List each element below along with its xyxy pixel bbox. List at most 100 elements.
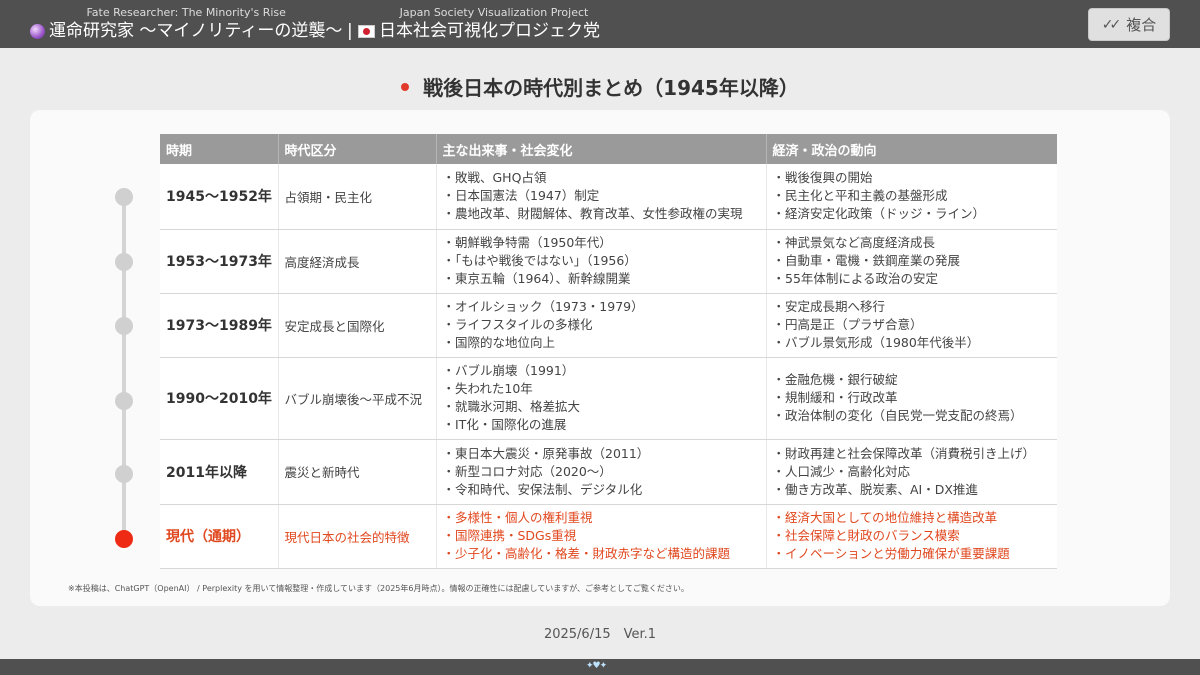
- events-cell: ・バブル崩壊（1991） ・失われた10年 ・就職氷河期、格差拡大 ・IT化・国…: [436, 357, 767, 440]
- top-bar: Fate Researcher: The Minority's Rise 運命研…: [0, 0, 1200, 48]
- event-item: ・農地改革、財閥解体、教育改革、女性参政権の実現: [442, 206, 743, 222]
- brand-left-title: 運命研究家 〜マイノリティーの逆襲〜: [49, 21, 343, 41]
- economy-item: ・戦後復興の開始: [772, 170, 873, 186]
- brand-right-title-row: 日本社会可視化プロジェク党: [358, 19, 600, 43]
- timeline-dot: [115, 465, 133, 483]
- table-row: 1945〜1952年 占領期・民主化 ・敗戦、GHQ占領 ・日本国憲法（1947…: [160, 164, 1057, 230]
- era-cell: 安定成長と国際化: [278, 293, 437, 358]
- events-cell: ・多様性・個人の権利重視 ・国際連携・SDGs重視 ・少子化・高齢化・格差・財政…: [436, 504, 767, 569]
- event-item: ・ライフスタイルの多様化: [442, 317, 593, 332]
- event-item: ・オイルショック（1973・1979）: [442, 299, 644, 314]
- timeline-dot-current: [115, 530, 133, 548]
- economy-item: ・社会保障と財政のバランス模索: [772, 528, 960, 543]
- brand-left-subtitle: Fate Researcher: The Minority's Rise: [86, 6, 286, 19]
- timeline-dot: [115, 188, 133, 206]
- heart-sparkle-icon: ✦♥✦: [586, 661, 607, 671]
- timeline-dot: [115, 317, 133, 335]
- economy-item: ・安定成長期へ移行: [772, 299, 886, 314]
- era-cell: 現代日本の社会的特徴: [278, 504, 437, 569]
- economy-item: ・人口減少・高齢化対応: [772, 463, 911, 479]
- event-item: ・就職氷河期、格差拡大: [442, 399, 581, 414]
- bottom-bar: ✦♥✦: [0, 659, 1200, 675]
- period-cell: 現代（通期）: [160, 504, 279, 569]
- period-cell: 1945〜1952年: [160, 164, 279, 230]
- event-item: ・IT化・国際化の進展: [442, 417, 567, 432]
- era-table: 時期 時代区分 主な出来事・社会変化 経済・政治の動向 1945〜1952年 占…: [160, 134, 1057, 569]
- event-item: ・東日本大震災・原発事故（2011）: [442, 445, 650, 461]
- era-cell: 震災と新時代: [278, 439, 437, 505]
- table-header-row: 時期 時代区分 主な出来事・社会変化 経済・政治の動向: [160, 134, 1057, 164]
- page-title-row: 戦後日本の時代別まとめ（1945年以降）: [0, 72, 1200, 101]
- economy-cell: ・財政再建と社会保障改革（消費税引き上げ） ・人口減少・高齢化対応 ・働き方改革…: [766, 439, 1057, 505]
- japan-flag-icon: [358, 24, 375, 38]
- table-row: 1953〜1973年 高度経済成長 ・朝鮮戦争特需（1950年代） ・「もはや戦…: [160, 229, 1057, 294]
- period-cell: 1973〜1989年: [160, 293, 279, 358]
- timeline-dot: [115, 253, 133, 271]
- event-item: ・国際連携・SDGs重視: [442, 528, 577, 543]
- economy-cell: ・神武景気など高度経済成長 ・自動車・電機・鉄鋼産業の発展 ・55年体制による政…: [766, 229, 1057, 294]
- event-item: ・朝鮮戦争特需（1950年代）: [442, 235, 612, 250]
- period-cell: 2011年以降: [160, 439, 279, 505]
- column-header-economy: 経済・政治の動向: [766, 134, 1057, 164]
- column-header-events: 主な出来事・社会変化: [436, 134, 767, 164]
- crystal-ball-icon: [30, 23, 45, 39]
- events-cell: ・敗戦、GHQ占領 ・日本国憲法（1947）制定 ・農地改革、財閥解体、教育改革…: [436, 164, 767, 230]
- events-cell: ・朝鮮戦争特需（1950年代） ・「もはや戦後ではない」（1956） ・東京五輪…: [436, 229, 767, 294]
- footer-date-version: 2025/6/15 Ver.1: [543, 627, 657, 642]
- column-header-era: 時代区分: [278, 134, 437, 164]
- event-item: ・多様性・個人の権利重視: [442, 510, 593, 525]
- period-cell: 1990〜2010年: [160, 357, 279, 440]
- economy-item: ・円高是正（プラザ合意）: [772, 317, 923, 332]
- event-item: ・バブル崩壊（1991）: [442, 363, 575, 378]
- column-header-period: 時期: [160, 134, 279, 164]
- brand-left-title-row: 運命研究家 〜マイノリティーの逆襲〜: [30, 19, 342, 43]
- economy-item: ・55年体制による政治の安定: [772, 271, 939, 286]
- economy-cell: ・戦後復興の開始 ・民主化と平和主義の基盤形成 ・経済安定化政策（ドッジ・ライン…: [766, 164, 1057, 230]
- event-item: ・「もはや戦後ではない」（1956）: [442, 253, 637, 268]
- page-title: 戦後日本の時代別まとめ（1945年以降）: [423, 76, 799, 100]
- event-item: ・敗戦、GHQ占領: [442, 170, 547, 186]
- table-row: 2011年以降 震災と新時代 ・東日本大震災・原発事故（2011） ・新型コロナ…: [160, 439, 1057, 505]
- economy-item: ・財政再建と社会保障改革（消費税引き上げ）: [772, 445, 1036, 461]
- copy-button[interactable]: ✓✓ 複合: [1088, 8, 1170, 41]
- disclaimer-note: ※本投稿は、ChatGPT（OpenAI） / Perplexity を用いて情…: [68, 584, 689, 593]
- economy-cell: ・安定成長期へ移行 ・円高是正（プラザ合意） ・バブル景気形成（1980年代後半…: [766, 293, 1057, 358]
- brand-right-title: 日本社会可視化プロジェク党: [379, 21, 600, 41]
- economy-item: ・民主化と平和主義の基盤形成: [772, 188, 948, 204]
- economy-cell: ・金融危機・銀行破綻 ・規制緩和・行政改革 ・政治体制の変化（自民党一党支配の終…: [766, 357, 1057, 440]
- era-cell: 高度経済成長: [278, 229, 437, 294]
- economy-item: ・働き方改革、脱炭素、AI・DX推進: [772, 481, 978, 497]
- title-bullet-icon: [401, 82, 410, 91]
- table-row: 1973〜1989年 安定成長と国際化 ・オイルショック（1973・1979） …: [160, 293, 1057, 358]
- era-cell: バブル崩壊後〜平成不況: [278, 357, 437, 440]
- event-item: ・新型コロナ対応（2020〜）: [442, 463, 612, 479]
- events-cell: ・東日本大震災・原発事故（2011） ・新型コロナ対応（2020〜） ・令和時代…: [436, 439, 767, 505]
- timeline-line: [122, 197, 126, 539]
- economy-item: ・規制緩和・行政改革: [772, 390, 898, 405]
- economy-item: ・神武景気など高度経済成長: [772, 235, 936, 250]
- era-cell: 占領期・民主化: [278, 164, 437, 230]
- period-cell: 1953〜1973年: [160, 229, 279, 294]
- timeline-dot: [115, 392, 133, 410]
- event-item: ・日本国憲法（1947）制定: [442, 188, 600, 204]
- event-item: ・令和時代、安保法制、デジタル化: [442, 481, 643, 497]
- economy-item: ・自動車・電機・鉄鋼産業の発展: [772, 253, 961, 268]
- economy-item: ・イノベーションと労働力確保が重要課題: [772, 546, 1010, 561]
- economy-item: ・経済安定化政策（ドッジ・ライン）: [772, 206, 986, 222]
- economy-item: ・金融危機・銀行破綻: [772, 372, 898, 387]
- brand-right: Japan Society Visualization Project 日本社会…: [358, 6, 600, 43]
- table-row: 1990〜2010年 バブル崩壊後〜平成不況 ・バブル崩壊（1991） ・失われ…: [160, 357, 1057, 440]
- event-item: ・少子化・高齢化・格差・財政赤字など構造的課題: [442, 546, 731, 561]
- economy-item: ・バブル景気形成（1980年代後半）: [772, 335, 980, 350]
- event-item: ・国際的な地位向上: [442, 335, 556, 350]
- economy-item: ・経済大国としての地位維持と構造改革: [772, 510, 998, 525]
- event-item: ・失われた10年: [442, 381, 533, 396]
- events-cell: ・オイルショック（1973・1979） ・ライフスタイルの多様化 ・国際的な地位…: [436, 293, 767, 358]
- brand-separator: |: [347, 21, 353, 41]
- table-row-current: 現代（通期） 現代日本の社会的特徴 ・多様性・個人の権利重視 ・国際連携・SDG…: [160, 504, 1057, 569]
- brand-left: Fate Researcher: The Minority's Rise 運命研…: [30, 6, 342, 43]
- brand-right-subtitle: Japan Society Visualization Project: [399, 6, 589, 19]
- copy-button-label: 複合: [1126, 16, 1157, 34]
- event-item: ・東京五輪（1964）、新幹線開業: [442, 271, 631, 286]
- double-check-icon: ✓✓: [1101, 16, 1122, 33]
